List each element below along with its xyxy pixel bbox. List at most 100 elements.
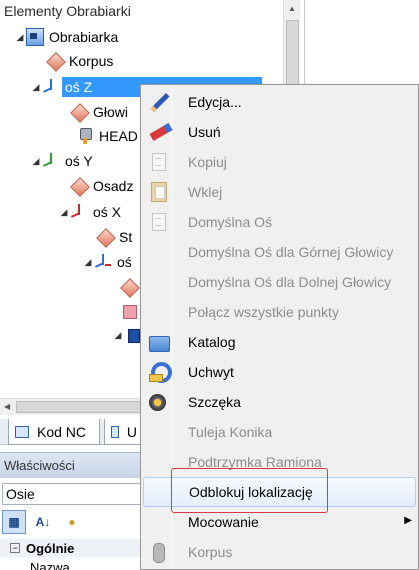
menu-item-tuleja-konika[interactable]: Tuleja Konika bbox=[143, 417, 416, 447]
collapse-arrow-icon[interactable]: ◢ bbox=[112, 330, 124, 341]
tree-node-korpus[interactable]: Korpus bbox=[46, 50, 116, 72]
tree-node-label: Obrabiarka bbox=[49, 29, 119, 45]
tab-label: Kod NC bbox=[37, 423, 87, 440]
machine-icon bbox=[26, 28, 44, 46]
document-icon bbox=[143, 207, 173, 237]
menu-item-label: Połącz wszystkie punkty bbox=[188, 304, 339, 320]
menu-item-label: Korpus bbox=[188, 544, 233, 560]
axis-icon bbox=[70, 203, 88, 221]
tree-node-os-rotary[interactable]: ◢ oś bbox=[82, 251, 135, 273]
tab-icon bbox=[111, 425, 119, 438]
paste-icon bbox=[143, 177, 173, 207]
menu-item-label: Usuń bbox=[188, 124, 221, 140]
menu-item-korpus[interactable]: Korpus bbox=[143, 537, 416, 567]
tree-node-hidden-1[interactable] bbox=[120, 276, 140, 298]
collapse-arrow-icon[interactable]: ◢ bbox=[14, 32, 26, 43]
menu-item-szczeka[interactable]: Szczęka bbox=[143, 387, 416, 417]
property-pages-button[interactable]: ● bbox=[60, 510, 84, 534]
tree-node-os-y[interactable]: ◢ oś Y bbox=[30, 150, 96, 172]
menu-item-label: Uchwyt bbox=[188, 364, 234, 380]
menu-item-label: Domyślna Oś dla Górnej Głowicy bbox=[188, 244, 394, 260]
menu-item-label: Edycja... bbox=[188, 94, 242, 110]
menu-item-label: Domyślna Oś dla Dolnej Głowicy bbox=[188, 274, 392, 290]
collapse-minus-icon[interactable]: − bbox=[10, 543, 20, 553]
menu-item-label: Kopiuj bbox=[188, 154, 227, 170]
tree-node-label: oś X bbox=[93, 204, 122, 220]
menu-item-label: Katalog bbox=[188, 334, 236, 350]
scroll-left-icon[interactable]: ◀ bbox=[4, 402, 10, 411]
tree-node-hidden-2[interactable] bbox=[120, 300, 140, 322]
menu-item-label: Tuleja Konika bbox=[188, 424, 273, 440]
magnet-icon bbox=[143, 357, 173, 387]
menu-item-polacz-punkty[interactable]: Połącz wszystkie punkty bbox=[143, 297, 416, 327]
combo-value: Osie bbox=[6, 486, 35, 502]
menu-item-wklej[interactable]: Wklej bbox=[143, 177, 416, 207]
menu-item-domyslna-os-gorna[interactable]: Domyślna Oś dla Górnej Głowicy bbox=[143, 237, 416, 267]
body-diamond-icon bbox=[46, 52, 64, 70]
body-diamond-icon bbox=[120, 278, 138, 296]
tab-label: U bbox=[126, 423, 137, 440]
submenu-arrow-icon: ▶ bbox=[404, 515, 412, 526]
menu-item-kopiuj[interactable]: Kopiuj bbox=[143, 147, 416, 177]
menu-item-usun[interactable]: Usuń bbox=[143, 117, 416, 147]
panel-title: Elementy Obrabiarki bbox=[4, 3, 131, 19]
stock-box-icon bbox=[120, 302, 138, 320]
axis-icon bbox=[42, 78, 60, 96]
body-diamond-icon bbox=[70, 103, 88, 121]
tree-node-glowica[interactable]: Głowi bbox=[70, 101, 131, 123]
category-label: Ogólnie bbox=[26, 540, 75, 556]
collapse-arrow-icon[interactable]: ◢ bbox=[30, 82, 42, 93]
menu-item-icon-slot bbox=[144, 477, 174, 507]
properties-title: Właściwości bbox=[4, 458, 75, 473]
highlight-annotation-box bbox=[171, 468, 328, 513]
sort-alphabetical-button[interactable]: A↓ bbox=[31, 510, 55, 534]
copy-icon bbox=[143, 147, 173, 177]
menu-item-label: Mocowanie bbox=[188, 514, 259, 530]
menu-item-edycja[interactable]: Edycja... bbox=[143, 87, 416, 117]
tree-node-obrabiarka[interactable]: ◢ Obrabiarka bbox=[14, 26, 121, 48]
menu-item-icon-slot bbox=[143, 267, 173, 297]
menu-item-icon-slot bbox=[143, 237, 173, 267]
tree-node-osadzenie[interactable]: Osadz bbox=[70, 175, 136, 197]
body-diamond-icon bbox=[96, 228, 114, 246]
rotary-axis-icon bbox=[94, 253, 112, 271]
korpus-icon bbox=[143, 537, 173, 567]
property-label: Nazwa bbox=[30, 559, 70, 570]
tree-node-label: Osadz bbox=[93, 178, 134, 194]
menu-item-domyslna-os[interactable]: Domyślna Oś bbox=[143, 207, 416, 237]
tree-node-label: Korpus bbox=[69, 53, 114, 69]
menu-item-uchwyt[interactable]: Uchwyt bbox=[143, 357, 416, 387]
tab-second[interactable]: U bbox=[104, 419, 144, 445]
tab-kod-nc[interactable]: Kod NC bbox=[8, 419, 100, 445]
menu-item-domyslna-os-dolna[interactable]: Domyślna Oś dla Dolnej Głowicy bbox=[143, 267, 416, 297]
chuck-icon bbox=[143, 387, 173, 417]
spindle-head-icon bbox=[76, 127, 94, 145]
tree-node-label: St bbox=[119, 229, 133, 245]
menu-item-icon-slot bbox=[143, 417, 173, 447]
menu-item-label: Szczęka bbox=[188, 394, 241, 410]
menu-item-label: Domyślna Oś bbox=[188, 214, 273, 230]
menu-item-icon-slot bbox=[143, 297, 173, 327]
folder-icon bbox=[143, 327, 173, 357]
nc-code-icon bbox=[15, 425, 29, 438]
menu-item-label: Wklej bbox=[188, 184, 223, 200]
tree-node-label: HEAD bbox=[99, 128, 138, 144]
body-diamond-icon bbox=[70, 177, 88, 195]
eraser-icon bbox=[143, 117, 173, 147]
scroll-up-icon[interactable]: ▲ bbox=[288, 4, 296, 13]
axis-icon bbox=[42, 152, 60, 170]
collapse-arrow-icon[interactable]: ◢ bbox=[82, 257, 94, 268]
tree-node-label: Głowi bbox=[93, 104, 129, 120]
categorized-view-button[interactable]: ▦ bbox=[2, 510, 26, 534]
collapse-arrow-icon[interactable]: ◢ bbox=[30, 156, 42, 167]
tree-node-stol[interactable]: St bbox=[96, 226, 135, 248]
tree-node-label: oś bbox=[117, 254, 132, 270]
menu-item-katalog[interactable]: Katalog bbox=[143, 327, 416, 357]
collapse-arrow-icon[interactable]: ◢ bbox=[58, 207, 70, 218]
pencil-icon bbox=[143, 87, 173, 117]
tree-node-head[interactable]: HEAD bbox=[76, 125, 141, 147]
tree-node-label: oś Y bbox=[65, 153, 93, 169]
menu-item-icon-slot bbox=[143, 507, 173, 537]
tree-node-os-x[interactable]: ◢ oś X bbox=[58, 201, 124, 223]
menu-item-icon-slot bbox=[143, 447, 173, 477]
